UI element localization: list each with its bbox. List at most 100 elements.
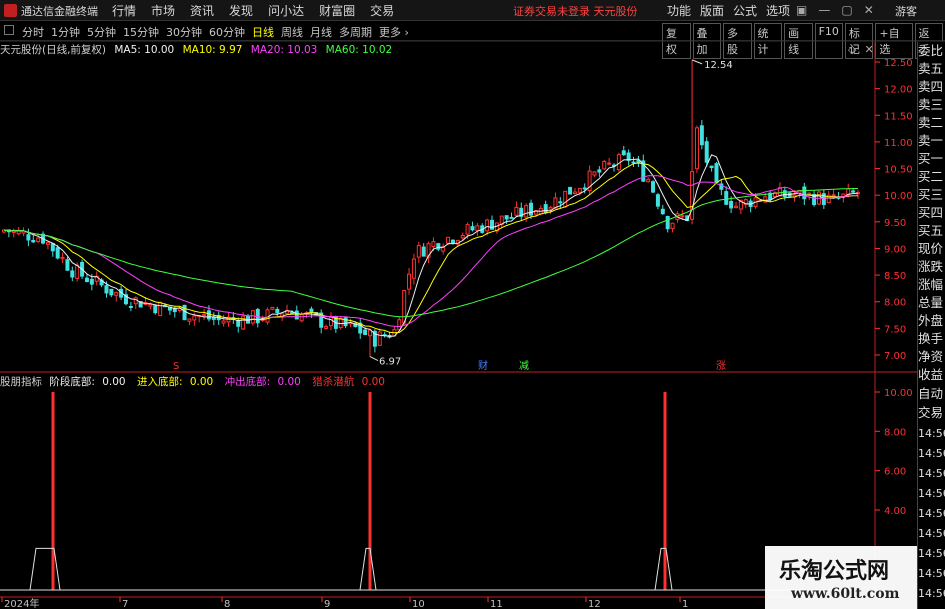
quote-item: 买二	[918, 169, 944, 184]
price-tick-label: 12.50	[884, 58, 913, 69]
ma10-value: MA10: 9.97	[182, 44, 243, 56]
bottom-zone-line	[29, 547, 61, 591]
candle-body	[524, 205, 529, 218]
signal-spike	[663, 392, 667, 590]
candle-body	[475, 225, 480, 231]
tick-time: 14:56	[918, 604, 945, 609]
candle-body	[782, 190, 787, 197]
candle-body	[509, 216, 514, 219]
field-value: 0.00	[189, 376, 214, 388]
candle-body	[65, 259, 70, 271]
price-tick-label: 8.00	[884, 298, 906, 309]
indicator-name[interactable]: 股朋指标	[0, 376, 42, 388]
tick-time: 14:56	[918, 567, 945, 580]
candle-body	[582, 187, 587, 190]
settings-diamond-icon[interactable]: ◇	[848, 43, 856, 56]
candle-body	[241, 315, 246, 330]
quote-items: 委比 卖五 卖四 卖三 卖二 卖一 买一 买二 买三 买四 买五 现价 涨跌 涨幅 总量 外盘 换手 净资 收益	[918, 42, 945, 384]
candle-body	[206, 310, 211, 320]
tick-times: 14:56 14:56 14:56 14:56 14:56 14:56 14:56 14:56…	[918, 424, 945, 609]
quote-item: 收益	[918, 367, 944, 382]
quote-item: 换手	[918, 331, 944, 346]
event-marker: 财	[478, 359, 488, 372]
candle-body	[577, 187, 582, 193]
price-tick-label: 11.00	[884, 138, 913, 149]
candle-body	[250, 310, 255, 324]
kline-chart[interactable]: 12.546.97S 财减涨 12.5012.0011.5011.0010.501…	[0, 0, 945, 609]
quote-item: 买四	[918, 205, 944, 220]
price-tick-label: 10.50	[884, 165, 913, 176]
signal-spike	[368, 392, 372, 590]
tick-time: 14:56	[918, 487, 945, 500]
candle-body	[133, 297, 138, 305]
candle-body	[465, 224, 470, 235]
candle-body	[70, 270, 75, 278]
candle-body	[665, 215, 670, 230]
candle-body	[84, 277, 89, 283]
candle-body	[211, 316, 216, 320]
candle-body	[411, 258, 416, 279]
candle-body	[655, 194, 660, 207]
chart-grid	[0, 40, 945, 598]
candle-body	[75, 264, 80, 279]
candle-body	[343, 317, 348, 327]
candle-body	[670, 222, 675, 230]
candle-body	[187, 318, 192, 322]
candle-body	[275, 308, 280, 314]
candle-body	[45, 241, 50, 245]
high-pointer	[691, 59, 703, 65]
moving-average-lines	[3, 154, 859, 337]
candle-body	[563, 190, 568, 208]
quote-item: 买三	[918, 187, 944, 202]
candle-body	[572, 191, 577, 195]
field-value: 0.00	[361, 376, 385, 388]
candle-body	[597, 169, 602, 173]
indicator-field-4: 猎杀潜航 0.00	[312, 376, 389, 388]
candle-body	[734, 205, 738, 209]
quote-item: 卖二	[918, 115, 944, 130]
candle-body	[699, 125, 704, 146]
candle-body	[436, 243, 441, 250]
quote-item: 卖一	[918, 133, 944, 148]
candle-body	[421, 246, 426, 257]
auto-trade-item[interactable]: 交易	[918, 403, 945, 422]
candle-body	[729, 201, 734, 209]
candle-body	[60, 256, 65, 260]
date-label: 1	[682, 599, 688, 609]
candle-body	[309, 308, 314, 313]
candle-body	[646, 179, 651, 183]
candle-body	[221, 320, 226, 324]
candle-body	[450, 239, 455, 244]
watermark: 乐淘公式网 www.60lt.com	[765, 546, 917, 609]
auto-trade-item[interactable]: 自动	[918, 384, 945, 403]
field-label: 冲出底部:	[224, 376, 271, 388]
candle-body	[104, 285, 109, 294]
candle-body	[128, 305, 133, 308]
ma5-value: MA5: 10.00	[114, 44, 175, 56]
candle-body	[192, 315, 197, 321]
close-icon[interactable]: ✕	[864, 43, 873, 56]
stock-label[interactable]: 天元股份(日线,前复权)	[0, 44, 106, 56]
bottom-zone-line	[359, 547, 377, 591]
event-marker: 减	[519, 360, 529, 372]
ma5-line	[3, 154, 859, 337]
candle-body	[660, 208, 665, 215]
field-label: 进入底部:	[136, 376, 183, 388]
candle-body	[55, 247, 60, 259]
low-pointer	[369, 356, 379, 362]
candle-body	[289, 312, 294, 315]
quote-item: 总量	[918, 295, 944, 310]
watermark-url: www.60lt.com	[791, 586, 900, 602]
quote-item: 委比	[918, 43, 944, 58]
candle-body	[36, 237, 41, 242]
tick-time: 14:56	[918, 447, 945, 460]
quote-item: 买一	[918, 151, 944, 166]
candle-body	[338, 317, 343, 329]
candle-body	[460, 234, 465, 239]
candle-body	[621, 150, 626, 156]
date-axis: 2024年 7 8 9 10 11 12 1	[1, 597, 688, 609]
field-value: 0.00	[277, 376, 301, 388]
candle-body	[26, 234, 31, 241]
candle-body	[568, 186, 573, 195]
date-label: 7	[122, 599, 128, 609]
